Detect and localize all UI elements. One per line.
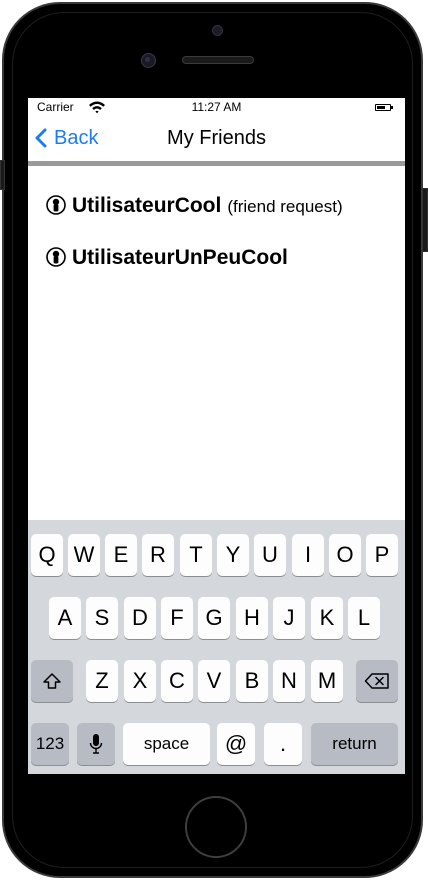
home-button[interactable]	[185, 796, 247, 858]
keyboard: Q W E R T Y U I O P A S D F G H J K L Z …	[28, 520, 405, 774]
phone-screen: Carrier 11:27 AM Back My Friends Utilisa…	[28, 98, 405, 774]
key-l[interactable]: L	[348, 597, 380, 639]
key-c[interactable]: C	[161, 660, 193, 702]
friend-request-note: (friend request)	[227, 197, 343, 216]
key-d[interactable]: D	[124, 597, 156, 639]
space-key[interactable]: space	[123, 723, 210, 765]
key-w[interactable]: W	[68, 534, 100, 576]
shift-key[interactable]	[31, 660, 73, 702]
backspace-key[interactable]	[356, 660, 398, 702]
key-r[interactable]: R	[142, 534, 174, 576]
front-camera-icon	[141, 53, 156, 68]
battery-icon	[375, 104, 393, 111]
key-t[interactable]: T	[180, 534, 212, 576]
user-icon	[46, 247, 66, 267]
list-item[interactable]: UtilisateurCool (friend request)	[46, 192, 343, 218]
dictation-key[interactable]	[77, 723, 115, 765]
at-key[interactable]: @	[217, 723, 255, 765]
power-button	[422, 188, 428, 252]
page-title: My Friends	[167, 127, 266, 149]
list-item[interactable]: UtilisateurUnPeuCool	[46, 244, 288, 270]
key-v[interactable]: V	[198, 660, 230, 702]
key-f[interactable]: F	[161, 597, 193, 639]
key-b[interactable]: B	[236, 660, 268, 702]
key-x[interactable]: X	[124, 660, 156, 702]
key-y[interactable]: Y	[217, 534, 249, 576]
key-a[interactable]: A	[49, 597, 81, 639]
numbers-key-label: 123	[35, 734, 65, 753]
backspace-icon	[364, 673, 389, 689]
return-key-label: return	[332, 734, 377, 753]
key-g[interactable]: G	[198, 597, 230, 639]
clock: 11:27 AM	[191, 100, 242, 114]
key-h[interactable]: H	[236, 597, 268, 639]
key-z[interactable]: Z	[86, 660, 118, 702]
friend-name: UtilisateurCool	[72, 194, 222, 217]
dot-key[interactable]: .	[264, 723, 302, 765]
key-k[interactable]: K	[311, 597, 343, 639]
shift-icon	[43, 673, 61, 689]
earpiece-speaker	[182, 56, 254, 64]
key-n[interactable]: N	[273, 660, 305, 702]
space-key-label: space	[143, 734, 190, 753]
key-m[interactable]: M	[311, 660, 343, 702]
proximity-sensor	[212, 25, 223, 36]
volume-button	[0, 160, 5, 190]
key-q[interactable]: Q	[31, 534, 63, 576]
key-i[interactable]: I	[292, 534, 324, 576]
numbers-key[interactable]: 123	[31, 723, 69, 765]
return-key[interactable]: return	[311, 723, 398, 765]
key-o[interactable]: O	[329, 534, 361, 576]
user-icon	[46, 195, 66, 215]
key-p[interactable]: P	[366, 534, 398, 576]
microphone-icon	[89, 734, 103, 754]
friend-name: UtilisateurUnPeuCool	[72, 246, 288, 269]
friends-list: UtilisateurCool (friend request) Utilisa…	[28, 166, 405, 524]
key-u[interactable]: U	[254, 534, 286, 576]
navigation-bar: Back My Friends	[28, 118, 405, 162]
key-e[interactable]: E	[105, 534, 137, 576]
status-bar: Carrier 11:27 AM	[28, 98, 405, 118]
key-s[interactable]: S	[86, 597, 118, 639]
key-j[interactable]: J	[273, 597, 305, 639]
